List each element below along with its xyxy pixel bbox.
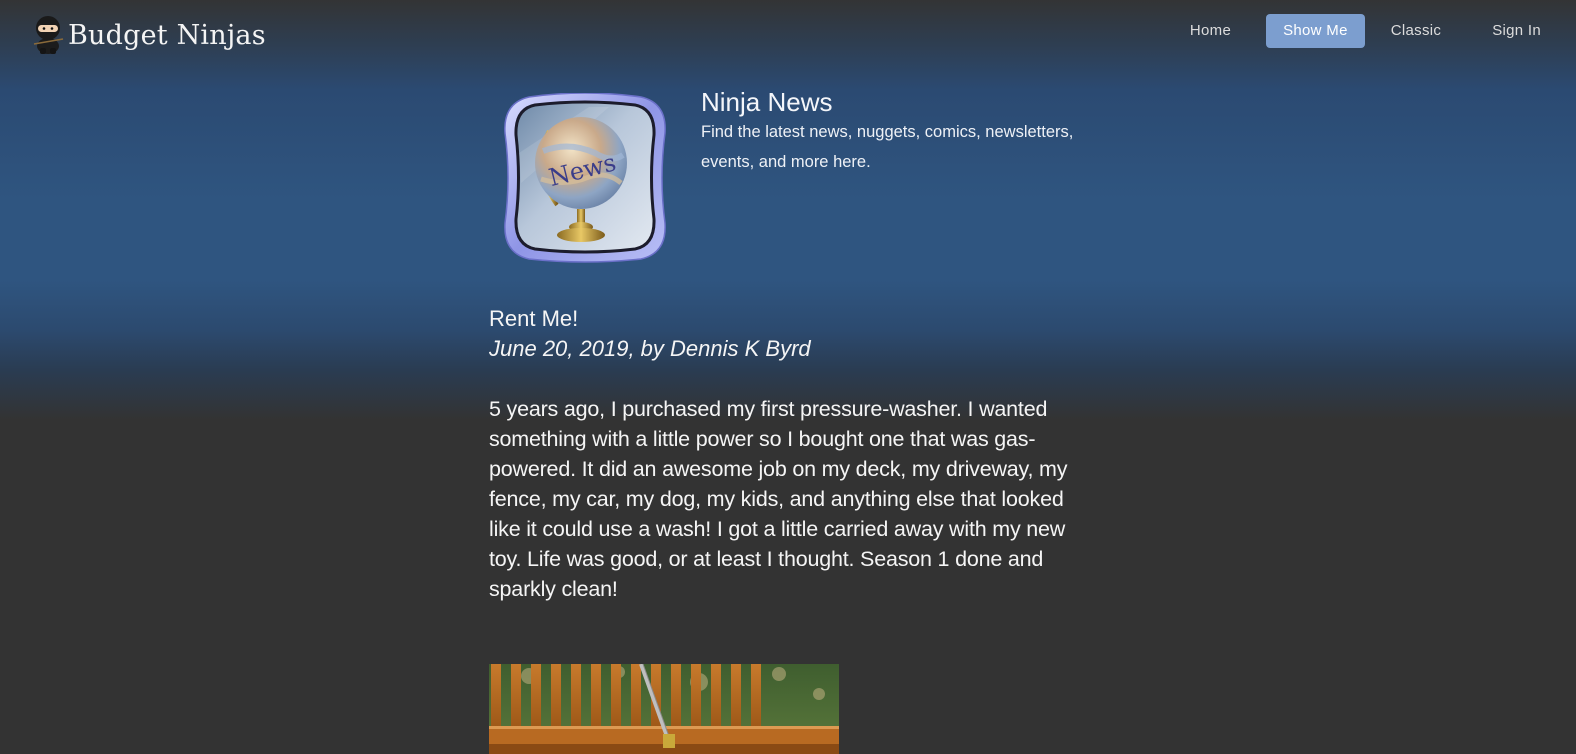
section-description: Find the latest news, nuggets, comics, n… (701, 123, 1074, 171)
article-byline: June 20, 2019, by Dennis K Byrd (489, 336, 811, 361)
article-photo (489, 664, 839, 754)
nav-show-me[interactable]: Show Me (1266, 14, 1365, 48)
main-nav: Home Show Me Classic Sign In (1173, 14, 1576, 48)
globe-icon: News (504, 93, 666, 263)
article-body: 5 years ago, I purchased my first pressu… (489, 397, 1068, 601)
nav-classic[interactable]: Classic (1374, 14, 1458, 48)
ninja-icon (33, 16, 64, 54)
nav-sign-in[interactable]: Sign In (1475, 14, 1558, 48)
article-title: Rent Me! (489, 306, 579, 331)
brand-link[interactable]: Budget Ninjas (30, 14, 266, 54)
nav-home[interactable]: Home (1173, 14, 1248, 48)
article: Rent Me! June 20, 2019, by Dennis K Byrd… (489, 304, 1079, 604)
top-navbar: Budget Ninjas Home Show Me Classic Sign … (0, 0, 1576, 64)
brand-name: Budget Ninjas (68, 19, 266, 51)
section-title: Ninja News (701, 87, 833, 117)
